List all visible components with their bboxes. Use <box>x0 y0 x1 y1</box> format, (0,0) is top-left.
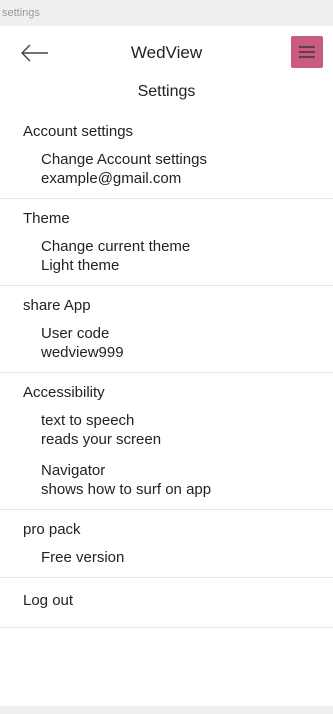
navigator-item[interactable]: Navigator shows how to surf on app <box>23 461 310 499</box>
change-account-settings-item[interactable]: Change Account settings example@gmail.co… <box>23 150 310 188</box>
item-label: text to speech <box>41 412 135 429</box>
user-code-item[interactable]: User code wedview999 <box>23 324 310 362</box>
section-account-settings: Account settings Change Account settings… <box>0 112 333 199</box>
section-title: Theme <box>23 210 70 227</box>
section-title: Accessibility <box>23 384 105 401</box>
item-value: wedview999 <box>41 344 124 361</box>
item-label: Navigator <box>41 462 106 479</box>
section-pro-pack: pro pack Free version <box>0 510 333 578</box>
item-label: Change Account settings <box>41 151 207 168</box>
item-value: reads your screen <box>41 431 162 448</box>
section-title: pro pack <box>23 521 81 538</box>
logout-button[interactable]: Log out <box>0 578 333 628</box>
page-title: Settings <box>137 83 196 100</box>
change-theme-item[interactable]: Change current theme Light theme <box>23 237 310 275</box>
status-bar-text: settings <box>2 7 40 19</box>
section-title: Account settings <box>23 123 134 140</box>
text-to-speech-item[interactable]: text to speech reads your screen <box>23 411 310 449</box>
section-accessibility: Accessibility text to speech reads your … <box>0 373 333 510</box>
settings-screen: WedView Settings Account settings Change… <box>0 26 333 714</box>
free-version-item[interactable]: Free version <box>23 548 310 567</box>
hamburger-menu-icon <box>299 46 315 58</box>
menu-button[interactable] <box>291 36 323 68</box>
status-bar: settings <box>0 0 333 26</box>
bottom-bar <box>0 706 333 714</box>
app-title: WedView <box>130 43 203 62</box>
item-label: User code <box>41 325 110 342</box>
item-value: shows how to surf on app <box>41 481 212 498</box>
item-value: Light theme <box>41 257 120 274</box>
item-value: example@gmail.com <box>41 170 182 187</box>
section-share-app: share App User code wedview999 <box>0 286 333 373</box>
item-label: Change current theme <box>41 238 191 255</box>
section-title: share App <box>23 297 91 314</box>
section-theme: Theme Change current theme Light theme <box>0 199 333 286</box>
app-bar: WedView <box>0 26 333 80</box>
item-label: Free version <box>41 549 125 566</box>
